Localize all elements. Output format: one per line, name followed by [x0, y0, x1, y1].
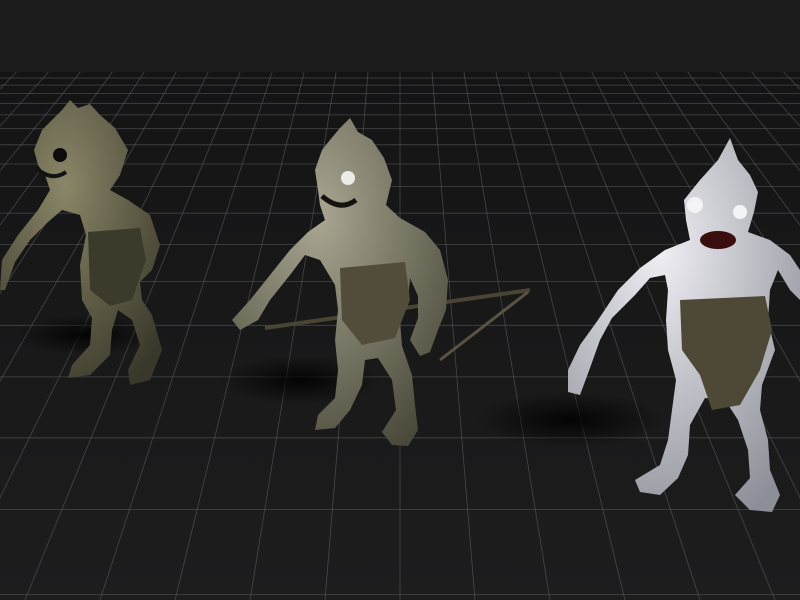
shadow-pale-creature — [475, 392, 665, 448]
olive-creature-eye — [341, 171, 355, 185]
sky-backdrop — [0, 0, 800, 80]
scene-viewport[interactable] — [0, 0, 800, 600]
scene-canvas — [0, 0, 800, 600]
pale-creature-mouth — [700, 231, 736, 249]
pale-creature-eye-left — [687, 197, 703, 213]
dark-creature-eye — [53, 148, 67, 162]
pale-creature-eye-right — [733, 205, 747, 219]
